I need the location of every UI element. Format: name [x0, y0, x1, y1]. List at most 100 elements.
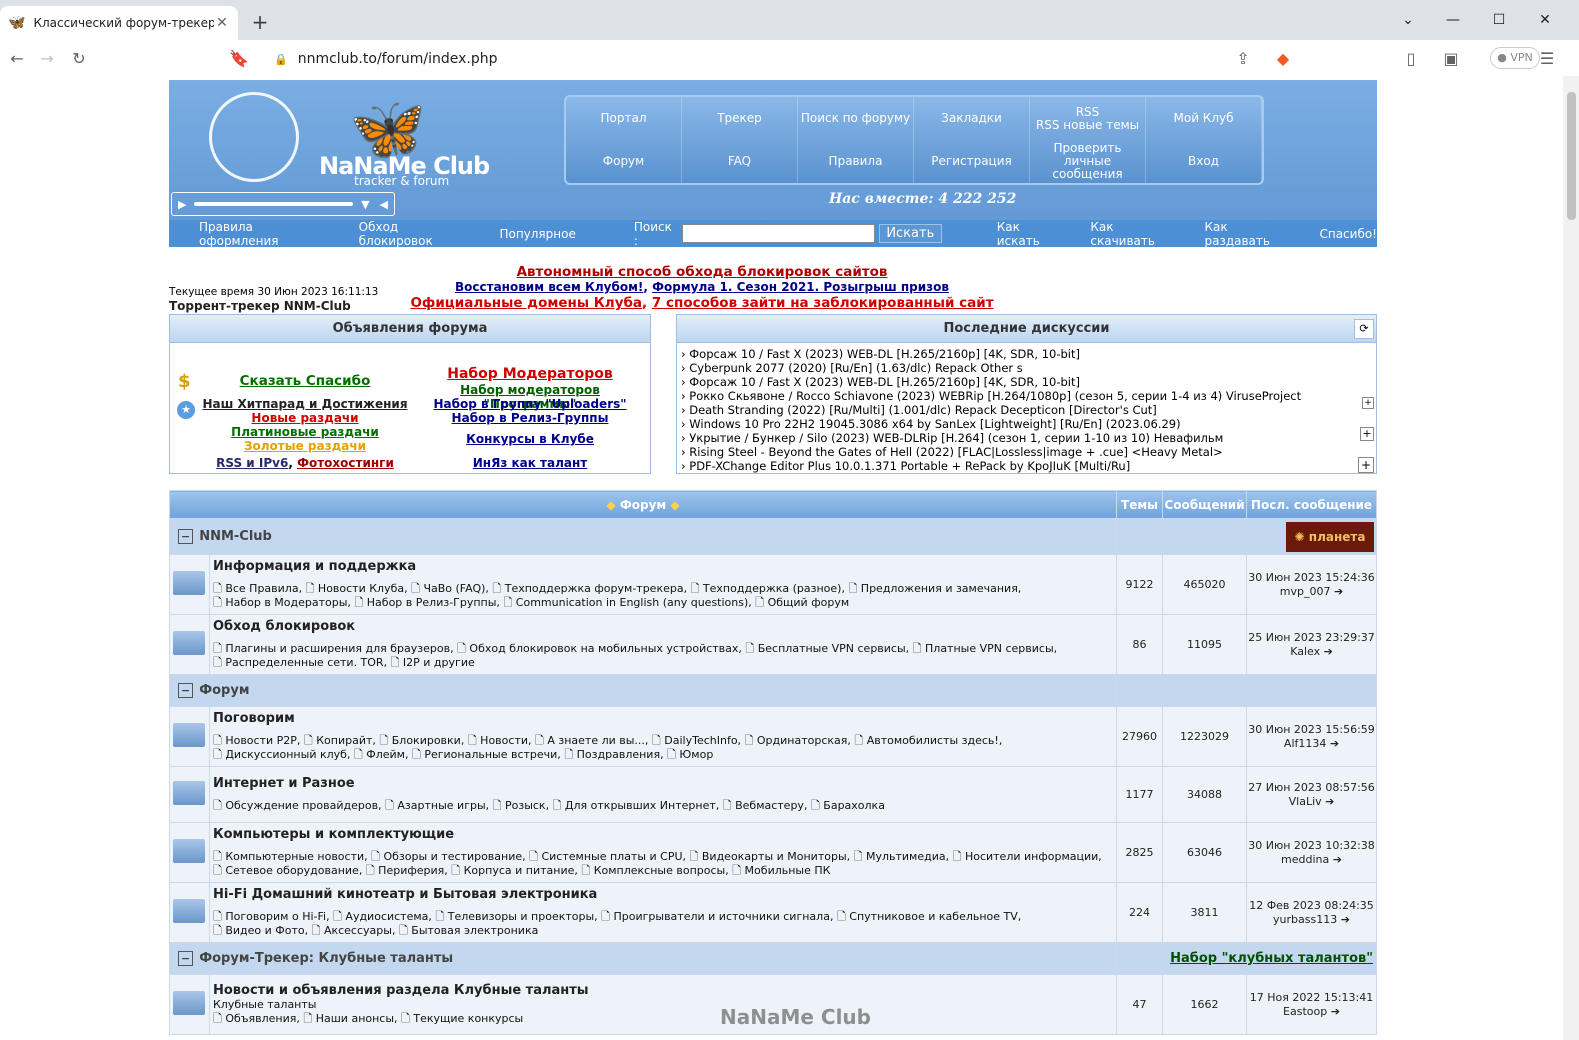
vpn-button[interactable]: ● VPN — [1490, 47, 1540, 69]
nav-forum[interactable]: Форум — [566, 140, 682, 183]
notice-restore-link[interactable]: Восстановим всем Клубом! — [455, 280, 643, 294]
subnav-how-seed[interactable]: Как раздавать — [1204, 220, 1292, 248]
tracker-title[interactable]: Торрент-трекер NNM-Club — [169, 299, 351, 313]
subforum-link[interactable]: 🗋 Набор в Модераторы, — [213, 596, 354, 609]
category-name[interactable]: Форум-Трекер: Клубные таланты — [199, 951, 453, 966]
tab-search-icon[interactable]: ⌄ — [1385, 6, 1431, 34]
ann-photo-link[interactable]: Фотохостинги — [297, 456, 394, 470]
subforums[interactable]: 🗋 Набор в Модераторы, 🗋 Набор в Релиз-Гр… — [213, 596, 1113, 610]
subforum-link[interactable]: 🗋 Общий форум — [755, 596, 849, 609]
last-post-user[interactable]: yurbass113 — [1273, 913, 1337, 926]
subforum-link[interactable]: 🗋 Мультимедиа, — [854, 850, 953, 863]
bookmark-icon[interactable]: 🔖 — [226, 46, 252, 72]
nav-forum-search[interactable]: Поиск по форуму — [798, 97, 914, 140]
subforum-link[interactable]: 🗋 Бесплатные VPN сервисы, — [745, 642, 912, 655]
subforum-link[interactable]: 🗋 Дискуссионный клуб, — [213, 748, 354, 761]
subforums[interactable]: 🗋 Все Правила, 🗋 Новости Клуба, 🗋 ЧаВо (… — [213, 582, 1113, 596]
subforum-link[interactable]: 🗋 Набор в Релиз-Группы, — [354, 596, 503, 609]
maximize-icon[interactable]: ☐ — [1476, 6, 1522, 34]
ann-gold[interactable]: Золотые раздачи — [200, 439, 410, 453]
talents-recruit-link[interactable]: Набор "клубных талантов" — [1170, 951, 1373, 966]
goto-post-icon[interactable]: ➔ — [1333, 853, 1342, 866]
ann-release-link[interactable]: Набор в Релиз-Группы — [452, 411, 609, 425]
subforums[interactable]: 🗋 Дискуссионный клуб, 🗋 Флейм, 🗋 Региона… — [213, 748, 1113, 762]
volume-icon[interactable]: ◀ — [380, 198, 388, 211]
forum-title[interactable]: Компьютеры и комплектующие — [213, 827, 1113, 842]
subnav-popular[interactable]: Популярное — [499, 227, 575, 241]
subforums[interactable]: 🗋 Плагины и расширения для браузеров, 🗋 … — [213, 642, 1113, 656]
player-progress[interactable] — [194, 202, 354, 206]
subnav-thanks[interactable]: Спасибо! — [1319, 227, 1377, 241]
subforum-link[interactable]: 🗋 Предложения и замечания, — [848, 582, 1021, 595]
play-icon[interactable]: ▶ — [178, 198, 186, 211]
forum-title[interactable]: Информация и поддержка — [213, 559, 1113, 574]
discussion-item[interactable]: › Cyberpunk 2077 (2020) [Ru/En] (1.63/dl… — [681, 361, 1023, 375]
subnav-design-rules[interactable]: Правила оформления — [199, 220, 330, 248]
subforums[interactable]: 🗋 Компьютерные новости, 🗋 Обзоры и тести… — [213, 850, 1113, 864]
ann-hitparade-link[interactable]: Наш Хитпарад и Достижения — [202, 397, 407, 411]
subforums[interactable]: 🗋 Новости P2P, 🗋 Копирайт, 🗋 Блокировки,… — [213, 734, 1113, 748]
expand-icon[interactable]: + — [1360, 427, 1374, 441]
subforum-link[interactable]: 🗋 DailyTechInfo, — [652, 734, 745, 747]
discussion-item[interactable]: › Форсаж 10 / Fast X (2023) WEB-DL [H.26… — [681, 375, 1080, 389]
forum-title[interactable]: Интернет и Разное — [213, 776, 1113, 791]
ann-contests-link[interactable]: Конкурсы в Клубе — [466, 432, 594, 446]
discussion-item[interactable]: › Death Stranding (2022) [Ru/Multi] (1.0… — [681, 403, 1157, 417]
subforum-link[interactable]: 🗋 Техподдержка форум-трекера, — [492, 582, 690, 595]
subforum-link[interactable]: 🗋 Флейм, — [354, 748, 412, 761]
collapse-icon[interactable]: − — [178, 951, 194, 966]
last-post-user[interactable]: Kalex — [1290, 645, 1320, 658]
sort-icon[interactable]: ◆ — [606, 498, 615, 512]
subforum-link[interactable]: 🗋 Для открывших Интернет, — [553, 799, 723, 812]
ann-thanks[interactable]: Сказать Спасибо — [200, 373, 410, 389]
discussion-item[interactable]: › Rising Steel - Beyond the Gates of Hel… — [681, 445, 1223, 459]
goto-post-icon[interactable]: ➔ — [1330, 737, 1339, 750]
subforums[interactable]: 🗋 Поговорим о Hi-Fi, 🗋 Аудиосистема, 🗋 Т… — [213, 910, 1113, 924]
subforum-link[interactable]: 🗋 Поговорим о Hi-Fi, — [213, 910, 333, 923]
search-button[interactable]: Искать — [878, 224, 942, 243]
goto-post-icon[interactable]: ➔ — [1325, 795, 1334, 808]
nav-portal[interactable]: Портал — [566, 97, 682, 140]
subforums[interactable]: 🗋 Сетевое оборудование, 🗋 Периферия, 🗋 К… — [213, 864, 1113, 878]
subforum-link[interactable]: 🗋 Текущие конкурсы — [401, 1012, 523, 1025]
nav-faq[interactable]: FAQ — [682, 140, 798, 183]
sort-icon[interactable]: ◆ — [670, 498, 679, 512]
subforum-link[interactable]: 🗋 Вебмастеру, — [723, 799, 811, 812]
ann-new-link[interactable]: Новые раздачи — [251, 411, 358, 425]
ann-rss-link[interactable]: RSS и IPv6 — [216, 456, 288, 470]
notice-7ways-link[interactable]: 7 способов зайти на заблокированный сайт — [652, 295, 994, 311]
page-scrollbar[interactable] — [1563, 76, 1579, 1040]
ann-new[interactable]: Новые раздачи — [200, 411, 410, 425]
discussion-item[interactable]: › Форсаж 10 / Fast X (2023) WEB-DL [H.26… — [681, 347, 1080, 361]
subforum-link[interactable]: 🗋 Обзоры и тестирование, — [371, 850, 529, 863]
ann-uploaders-link[interactable]: Набор в Группу "Uploaders" — [433, 397, 626, 411]
search-input[interactable] — [681, 224, 875, 243]
subforum-link[interactable]: 🗋 Копирайт, — [304, 734, 380, 747]
goto-post-icon[interactable]: ➔ — [1341, 913, 1350, 926]
nav-rss[interactable]: RSS RSS новые темы — [1030, 97, 1146, 140]
address-bar[interactable]: 🔒 nnmclub.to/forum/index.php — [262, 44, 1297, 74]
discussion-item[interactable]: › Windows 10 Pro 22H2 19045.3086 x64 by … — [681, 417, 1181, 431]
subforum-link[interactable]: 🗋 Проигрыватели и источники сигнала, — [601, 910, 837, 923]
goto-post-icon[interactable]: ➔ — [1331, 1005, 1340, 1018]
audio-player[interactable]: ▶ ▼ ◀ — [171, 192, 395, 216]
discussion-item[interactable]: › PDF-XChange Editor Plus 10.0.1.371 Por… — [681, 459, 1130, 473]
subforum-link[interactable]: 🗋 Обход блокировок на мобильных устройст… — [457, 642, 745, 655]
new-tab-button[interactable]: + — [248, 10, 272, 34]
last-post-user[interactable]: mvp_007 — [1280, 585, 1331, 598]
forum-title[interactable]: Обход блокировок — [213, 619, 1113, 634]
subforum-link[interactable]: 🗋 ЧаВо (FAQ), — [411, 582, 492, 595]
subforum-link[interactable]: 🗋 Наши анонсы, — [303, 1012, 401, 1025]
collapse-icon[interactable]: − — [178, 683, 194, 698]
subforum-link[interactable]: 🗋 Сетевое оборудование, — [213, 864, 366, 877]
nav-my-club[interactable]: Мой Клуб — [1146, 97, 1262, 140]
subforum-link[interactable]: 🗋 Видео и Фото, — [213, 924, 312, 937]
subforums[interactable]: 🗋 Распределенные сети. TOR, 🗋 I2P и друг… — [213, 656, 1113, 670]
sidebar-icon[interactable]: ▯ — [1398, 46, 1424, 72]
subnav-bypass[interactable]: Обход блокировок — [359, 220, 471, 248]
menu-icon[interactable]: ☰ — [1534, 46, 1560, 72]
subforum-link[interactable]: 🗋 А знаете ли вы..., — [535, 734, 652, 747]
ann-thanks-link[interactable]: Сказать Спасибо — [240, 373, 371, 389]
subforum-link[interactable]: 🗋 Распределенные сети. TOR, — [213, 656, 391, 669]
subforum-link[interactable]: 🗋 Новости P2P, — [213, 734, 304, 747]
